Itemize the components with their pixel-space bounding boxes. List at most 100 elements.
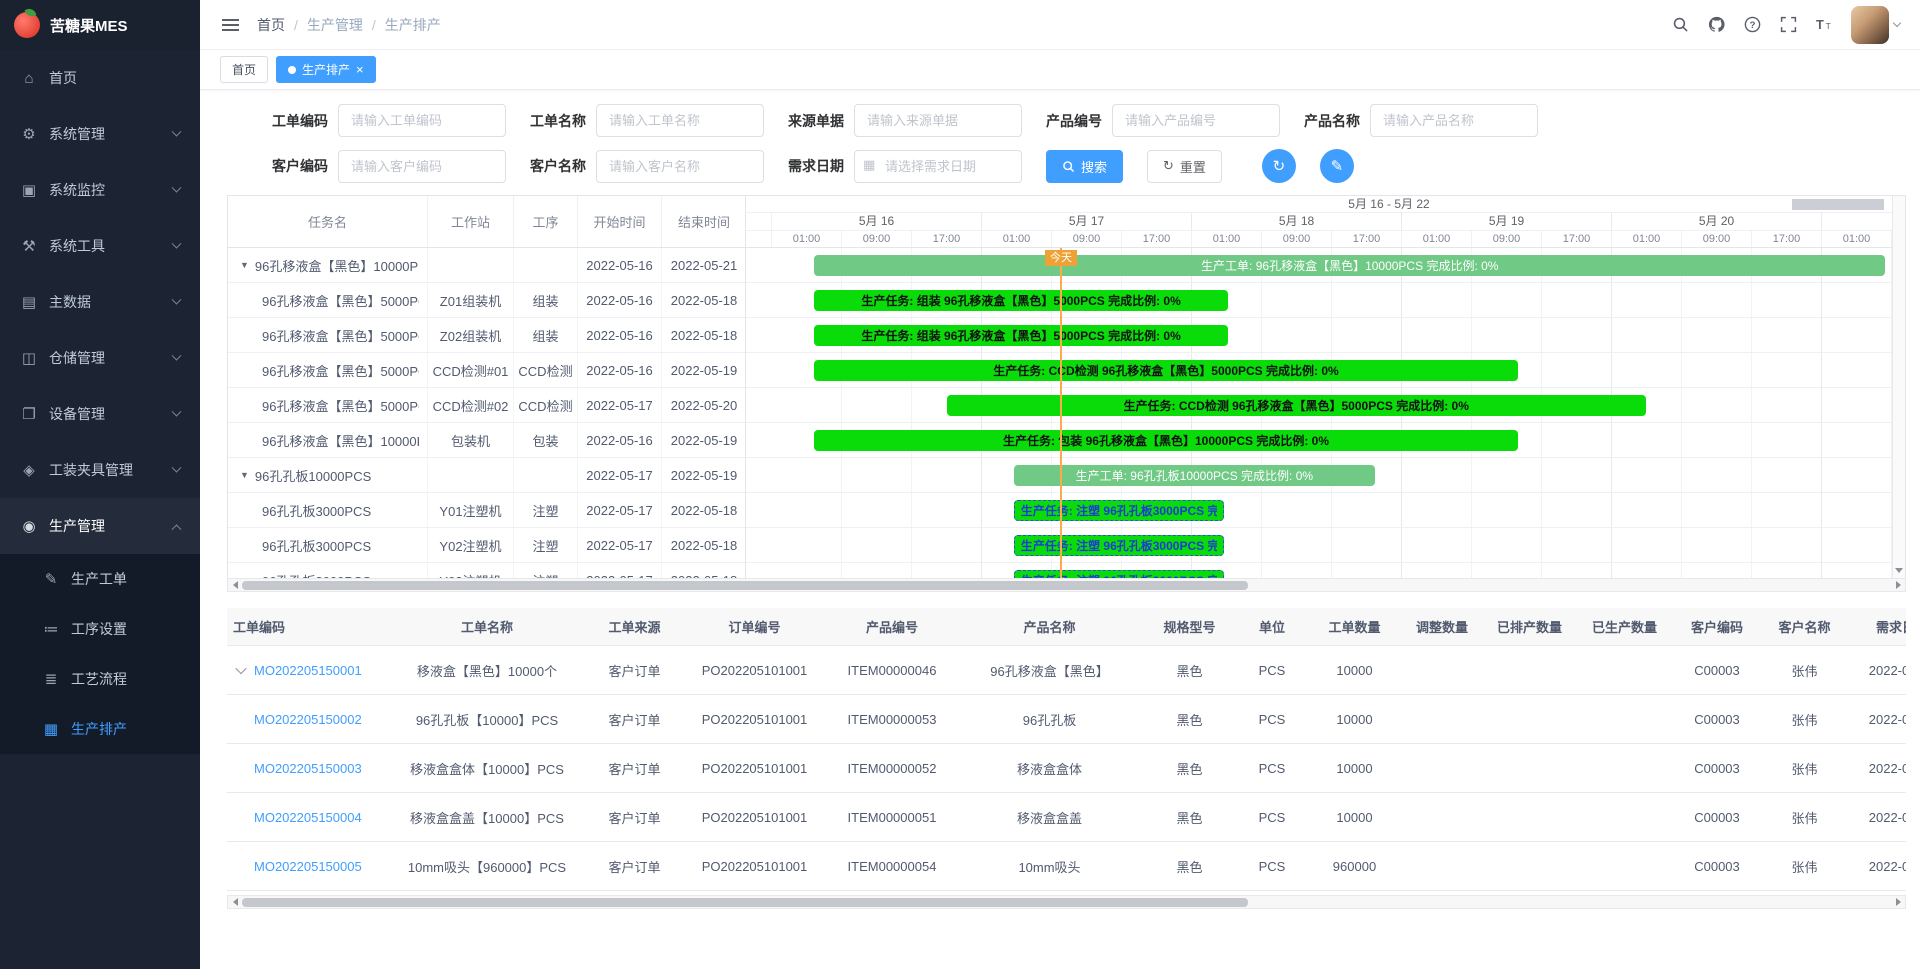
filter-input-3[interactable]	[1112, 104, 1280, 137]
gantt-bar-task[interactable]: 生产任务: CCD检测 96孔移液盒【黑色】5000PCS 完成比例: 0%	[947, 395, 1646, 416]
sidebar-item-production-scheduling[interactable]: ▦生产排产	[0, 704, 200, 754]
avatar[interactable]	[1851, 6, 1889, 44]
orders-cell-customer_name: 张伟	[1762, 661, 1847, 680]
sidebar-item-process-settings[interactable]: ≔工序设置	[0, 604, 200, 654]
gantt-bar-task[interactable]: 生产任务: 组装 96孔移液盒【黑色】5000PCS 完成比例: 0%	[814, 290, 1228, 311]
orders-cell-code: MO202205150005	[227, 859, 387, 874]
task-process-cell: CCD检测	[514, 353, 578, 387]
task-station-cell: Y03注塑机	[428, 563, 514, 578]
input-wrap	[338, 104, 506, 137]
breadcrumb-item[interactable]: 生产排产	[385, 15, 441, 35]
gantt-bar-task[interactable]: 生产任务: 注塑 96孔孔板3000PCS 完成比例: 0%	[1014, 570, 1224, 578]
reset-button[interactable]: ↻重置	[1147, 150, 1222, 183]
sidebar-item-home[interactable]: ⌂首页	[0, 50, 200, 106]
breadcrumb-item[interactable]: 首页	[257, 15, 285, 35]
sidebar-item-production-mgmt[interactable]: ◉生产管理	[0, 498, 200, 554]
sidebar-item-system-monitor[interactable]: ▣系统监控	[0, 162, 200, 218]
filter-input-6[interactable]	[596, 150, 764, 183]
gantt-scrollbar-thumb[interactable]	[242, 581, 1248, 590]
sidebar-item-process-flow[interactable]: ≣工艺流程	[0, 654, 200, 704]
order-code-link[interactable]: MO202205150001	[254, 663, 362, 678]
filter-input-1[interactable]	[596, 104, 764, 137]
orders-cell-code: MO202205150003	[227, 761, 387, 776]
scroll-right-arrow-icon[interactable]	[1891, 579, 1905, 591]
search-icon[interactable]	[1671, 16, 1689, 34]
gantt-horizontal-scrollbar[interactable]	[227, 578, 1906, 592]
gantt-bar-order[interactable]: 生产工单: 96孔移液盒【黑色】10000PCS 完成比例: 0%	[814, 255, 1885, 276]
sidebar-item-warehouse-mgmt[interactable]: ◫仓储管理	[0, 330, 200, 386]
sidebar-item-master-data[interactable]: ▤主数据	[0, 274, 200, 330]
fullscreen-icon[interactable]	[1779, 16, 1797, 34]
task-station-cell: 包装机	[428, 423, 514, 457]
close-icon[interactable]: ×	[356, 63, 364, 76]
gantt-bar-task[interactable]: 生产任务: CCD检测 96孔移液盒【黑色】5000PCS 完成比例: 0%	[814, 360, 1518, 381]
gantt-column-header: 工作站	[428, 196, 514, 247]
sidebar-submenu: ✎生产工单≔工序设置≣工艺流程▦生产排产	[0, 554, 200, 754]
timeline-day-label: 5月 19	[1402, 213, 1612, 230]
orders-cell-spec: 黑色	[1142, 710, 1237, 729]
timeline-day-label: 5月 16	[772, 213, 982, 230]
github-icon[interactable]	[1707, 16, 1725, 34]
timeline-range-thumb[interactable]	[1792, 199, 1884, 210]
app-logo[interactable]: 苦糖果MES	[0, 0, 200, 50]
user-menu[interactable]	[1851, 6, 1900, 44]
expand-triangle-icon[interactable]: ▼	[240, 470, 249, 480]
task-name: 96孔孔板3000PCS	[262, 536, 371, 555]
scroll-right-arrow-icon[interactable]	[1891, 896, 1905, 908]
order-code-link[interactable]: MO202205150003	[254, 761, 362, 776]
chevron-down-icon[interactable]	[235, 663, 246, 674]
gantt-bar-task[interactable]: 生产任务: 组装 96孔移液盒【黑色】5000PCS 完成比例: 0%	[814, 325, 1228, 346]
scroll-left-arrow-icon[interactable]	[228, 579, 242, 591]
order-code-link[interactable]: MO202205150005	[254, 859, 362, 874]
task-name: 96孔孔板10000PCS	[255, 466, 371, 485]
tab-scheduling[interactable]: 生产排产×	[276, 56, 376, 83]
page-content: 工单编码工单名称来源单据产品编号产品名称 客户编码客户名称需求日期▦搜索↻重置↻…	[200, 90, 1920, 969]
refresh-icon: ↻	[1163, 158, 1174, 174]
orders-cell-qty: 10000	[1307, 663, 1402, 678]
gantt-bar-task[interactable]: 生产任务: 注塑 96孔孔板3000PCS 完成比例: 0%	[1014, 535, 1224, 556]
order-code-link[interactable]: MO202205150004	[254, 810, 362, 825]
tab-home[interactable]: 首页	[220, 56, 268, 83]
svg-text:?: ?	[1749, 20, 1755, 31]
orders-horizontal-scrollbar[interactable]	[227, 895, 1906, 909]
task-end-cell: 2022-05-18	[662, 283, 745, 317]
font-size-icon[interactable]: TT	[1815, 16, 1833, 34]
refresh-circle-button[interactable]: ↻	[1262, 149, 1296, 183]
breadcrumb-separator: /	[294, 17, 298, 33]
gantt-chart-row: 生产任务: 注塑 96孔孔板3000PCS 完成比例: 0%	[746, 563, 1892, 578]
sidebar-item-system-tools[interactable]: ⚒系统工具	[0, 218, 200, 274]
order-code-link[interactable]: MO202205150002	[254, 712, 362, 727]
breadcrumb-item[interactable]: 生产管理	[307, 15, 363, 35]
task-station-cell: Z02组装机	[428, 318, 514, 352]
gantt-bar-task[interactable]: 生产任务: 注塑 96孔孔板3000PCS 完成比例: 0%	[1014, 500, 1224, 521]
sidebar-item-system-mgmt[interactable]: ⚙系统管理	[0, 106, 200, 162]
edit-circle-button[interactable]: ✎	[1320, 149, 1354, 183]
search-button[interactable]: 搜索	[1046, 150, 1123, 183]
filter-label: 客户名称	[530, 156, 586, 176]
filter-input-2[interactable]	[854, 104, 1022, 137]
question-icon[interactable]: ?	[1743, 16, 1761, 34]
orders-cell-name: 10mm吸头【960000】PCS	[387, 857, 587, 876]
sidebar-item-fixture-mgmt[interactable]: ◈工装夹具管理	[0, 442, 200, 498]
expand-triangle-icon[interactable]: ▼	[240, 260, 249, 270]
orders-scrollbar-thumb[interactable]	[242, 898, 1248, 907]
orders-cell-product_name: 96孔移液盒【黑色】	[957, 661, 1142, 680]
scroll-down-arrow-icon[interactable]	[1895, 568, 1903, 573]
sidebar-item-production-workorder[interactable]: ✎生产工单	[0, 554, 200, 604]
sidebar-toggle-icon[interactable]	[220, 15, 241, 35]
gantt-bar-order[interactable]: 生产工单: 96孔孔板10000PCS 完成比例: 0%	[1014, 465, 1375, 486]
sidebar-item-equipment-mgmt[interactable]: ❐设备管理	[0, 386, 200, 442]
task-process-cell: 组装	[514, 283, 578, 317]
filter-label: 来源单据	[788, 111, 844, 131]
filter-input-7[interactable]	[854, 150, 1022, 183]
filter-input-5[interactable]	[338, 150, 506, 183]
gantt-column-header: 工序	[514, 196, 578, 247]
filter-input-4[interactable]	[1370, 104, 1538, 137]
gantt-bar-task[interactable]: 生产任务: 包装 96孔移液盒【黑色】10000PCS 完成比例: 0%	[814, 430, 1518, 451]
scroll-left-arrow-icon[interactable]	[228, 896, 242, 908]
filter-label: 工单名称	[530, 111, 586, 131]
filter-input-0[interactable]	[338, 104, 506, 137]
orders-cell-code: MO202205150001	[227, 663, 387, 678]
tab-active-dot	[288, 66, 296, 74]
gantt-vertical-scrollbar[interactable]	[1892, 196, 1905, 578]
